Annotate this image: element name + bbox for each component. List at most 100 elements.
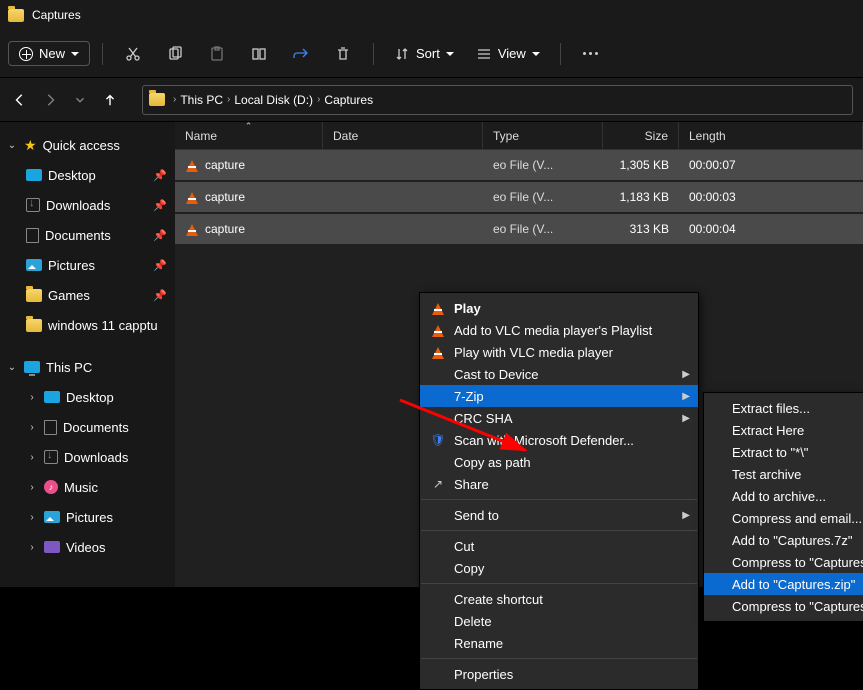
- pc-icon: [24, 361, 40, 373]
- breadcrumb: Local Disk (D:)›: [234, 93, 320, 107]
- ctx-test-archive[interactable]: Test archive: [704, 463, 863, 485]
- sidebar-this-pc[interactable]: ⌄ This PC: [0, 352, 175, 382]
- ctx-defender[interactable]: 🛡Scan with Microsoft Defender...: [420, 429, 698, 451]
- sort-icon: [394, 46, 410, 62]
- ctx-compress-email[interactable]: Compress and email...: [704, 507, 863, 529]
- window-title: Captures: [32, 8, 81, 22]
- more-button[interactable]: [573, 52, 608, 55]
- pin-icon: 📌: [153, 199, 167, 212]
- sidebar-item[interactable]: ›Videos: [0, 532, 175, 562]
- sidebar-item[interactable]: ›Pictures: [0, 502, 175, 532]
- recent-button[interactable]: [70, 90, 90, 110]
- ctx-add-archive[interactable]: Add to archive...: [704, 485, 863, 507]
- new-label: New: [39, 46, 65, 61]
- ctx-sendto[interactable]: Send to▶: [420, 504, 698, 526]
- table-row[interactable]: captureeo File (V...313 KB00:00:04: [175, 214, 863, 244]
- ctx-add-7z[interactable]: Add to "Captures.7z": [704, 529, 863, 551]
- shield-icon: 🛡: [430, 433, 446, 447]
- folder-icon: [149, 93, 165, 106]
- vlc-icon: [185, 158, 199, 172]
- ctx-crc[interactable]: CRC SHA▶: [420, 407, 698, 429]
- share-button[interactable]: [283, 40, 319, 68]
- music-icon: ♪: [44, 480, 58, 494]
- ctx-7zip[interactable]: 7-Zip▶: [420, 385, 698, 407]
- ctx-properties[interactable]: Properties: [420, 663, 698, 685]
- sidebar-item[interactable]: Downloads📌: [0, 190, 175, 220]
- star-icon: ★: [24, 137, 37, 154]
- ctx-extract-here[interactable]: Extract Here: [704, 419, 863, 441]
- sort-label: Sort: [416, 46, 440, 61]
- copy-button[interactable]: [157, 40, 193, 68]
- ctx-play-vlc[interactable]: Play with VLC media player: [420, 341, 698, 363]
- sidebar-item[interactable]: windows 11 capptu: [0, 310, 175, 340]
- sidebar: ⌄★ Quick access Desktop📌Downloads📌Docume…: [0, 122, 175, 587]
- ctx-share[interactable]: ↗Share: [420, 473, 698, 495]
- ctx-extract-files[interactable]: Extract files...: [704, 397, 863, 419]
- dl-icon: [44, 450, 58, 464]
- titlebar: Captures: [0, 0, 863, 30]
- ctx-play[interactable]: Play: [420, 297, 698, 319]
- sidebar-item[interactable]: ›Desktop: [0, 382, 175, 412]
- chevron-down-icon: [71, 52, 79, 56]
- col-name[interactable]: ⌃Name: [175, 122, 323, 149]
- context-menu: Play Add to VLC media player's Playlist …: [419, 292, 699, 690]
- rename-button[interactable]: [241, 40, 277, 68]
- toolbar: New Sort View: [0, 30, 863, 78]
- table-row[interactable]: captureeo File (V...1,305 KB00:00:07: [175, 150, 863, 180]
- ctx-cast[interactable]: Cast to Device▶: [420, 363, 698, 385]
- doc-icon: [44, 420, 57, 435]
- sidebar-item[interactable]: Desktop📌: [0, 160, 175, 190]
- col-date[interactable]: Date: [323, 122, 483, 149]
- vlc-icon: [431, 301, 445, 315]
- pin-icon: 📌: [153, 229, 167, 242]
- chevron-down-icon: [446, 52, 454, 56]
- sidebar-item[interactable]: ›Documents: [0, 412, 175, 442]
- new-button[interactable]: New: [8, 41, 90, 66]
- view-button[interactable]: View: [468, 40, 548, 68]
- pin-icon: 📌: [153, 259, 167, 272]
- pin-icon: 📌: [153, 289, 167, 302]
- vlc-icon: [185, 190, 199, 204]
- ctx-extract-to[interactable]: Extract to "*\": [704, 441, 863, 463]
- pic-icon: [44, 511, 60, 523]
- ctx-rename[interactable]: Rename: [420, 632, 698, 654]
- ctx-cut[interactable]: Cut: [420, 535, 698, 557]
- col-length[interactable]: Length: [679, 122, 863, 149]
- sort-button[interactable]: Sort: [386, 40, 462, 68]
- ctx-shortcut[interactable]: Create shortcut: [420, 588, 698, 610]
- up-button[interactable]: [100, 90, 120, 110]
- pic-icon: [26, 259, 42, 271]
- ctx-copy[interactable]: Copy: [420, 557, 698, 579]
- folder-icon: [8, 9, 24, 22]
- vlc-icon: [431, 323, 445, 337]
- sidebar-item[interactable]: Games📌: [0, 280, 175, 310]
- back-button[interactable]: [10, 90, 30, 110]
- ctx-delete[interactable]: Delete: [420, 610, 698, 632]
- sidebar-item[interactable]: ›Downloads: [0, 442, 175, 472]
- table-row[interactable]: captureeo File (V...1,183 KB00:00:03: [175, 182, 863, 212]
- col-size[interactable]: Size: [603, 122, 679, 149]
- ctx-add-vlc-playlist[interactable]: Add to VLC media player's Playlist: [420, 319, 698, 341]
- ctx-compress-zip-email[interactable]: Compress to "Captures.zip" and email: [704, 595, 863, 617]
- address-bar[interactable]: › This PC› Local Disk (D:)› Captures: [142, 85, 853, 115]
- paste-button[interactable]: [199, 40, 235, 68]
- forward-button[interactable]: [40, 90, 60, 110]
- sidebar-item[interactable]: Documents📌: [0, 220, 175, 250]
- sidebar-item[interactable]: ›♪Music: [0, 472, 175, 502]
- folder-icon: [26, 289, 42, 302]
- ctx-compress-7z-email[interactable]: Compress to "Captures.7z" and email: [704, 551, 863, 573]
- separator: [373, 43, 374, 65]
- ctx-copy-path[interactable]: Copy as path: [420, 451, 698, 473]
- sidebar-quick-access[interactable]: ⌄★ Quick access: [0, 130, 175, 160]
- nav-row: › This PC› Local Disk (D:)› Captures: [0, 78, 863, 122]
- delete-button[interactable]: [325, 40, 361, 68]
- ctx-add-zip[interactable]: Add to "Captures.zip": [704, 573, 863, 595]
- view-icon: [476, 46, 492, 62]
- cut-button[interactable]: [115, 40, 151, 68]
- separator: [102, 43, 103, 65]
- folder-icon: [26, 319, 42, 332]
- desktop-icon: [44, 391, 60, 403]
- breadcrumb: Captures: [324, 93, 373, 107]
- col-type[interactable]: Type: [483, 122, 603, 149]
- sidebar-item[interactable]: Pictures📌: [0, 250, 175, 280]
